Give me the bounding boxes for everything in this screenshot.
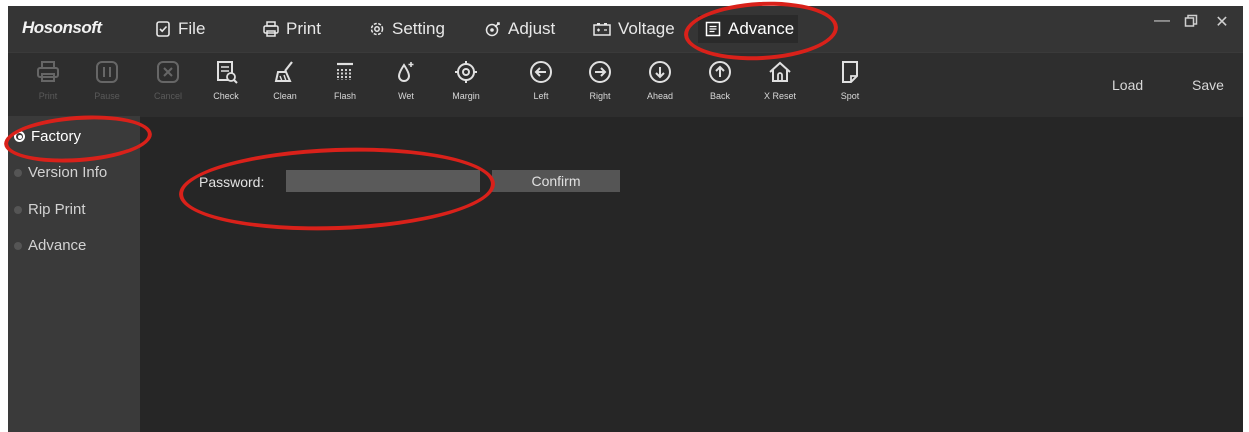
menu-setting[interactable]: Setting [362,15,451,43]
app-window: Hosonsoft File Print Setting Adjust Volt… [8,6,1243,432]
brush-icon [274,61,293,82]
toolbar-x-reset-label: X Reset [763,91,796,101]
menu-bar: Hosonsoft File Print Setting Adjust Volt… [8,6,1243,52]
arrow-left-icon [530,61,552,83]
printer-icon [37,61,59,82]
battery-icon [592,20,612,38]
toolbar-right-button[interactable]: Right [573,57,627,101]
menu-file-label: File [178,19,206,38]
target-icon [455,61,477,83]
menu-advance[interactable]: Advance [698,15,798,43]
load-button[interactable]: Load [1112,77,1143,93]
toolbar-check-button[interactable]: Check [199,57,253,101]
home-icon [769,61,791,82]
sidebar-item-label: Version Info [28,164,108,181]
menu-file[interactable]: File [148,15,211,43]
sidebar-item-label: Advance [28,237,87,254]
adjust-icon [484,20,502,38]
toolbar-clean-button[interactable]: Clean [258,57,312,101]
toolbar-margin-label: Margin [452,91,480,101]
toolbar-wet-label: Wet [398,91,414,101]
radio-icon [14,168,22,177]
menu-print-label: Print [286,19,321,38]
menu-setting-label: Setting [392,19,445,38]
toolbar-ahead-button[interactable]: Ahead [633,57,687,101]
toolbar-margin-button[interactable]: Margin [439,57,493,101]
sidebar: Factory Version Info Rip Print Advance [8,116,140,432]
save-button[interactable]: Save [1192,77,1224,93]
sidebar-item-factory[interactable]: Factory [14,128,81,145]
toolbar-left-label: Left [533,91,549,101]
sidebar-item-label: Rip Print [28,201,86,218]
toolbar-pause-label: Pause [94,91,120,101]
file-check-icon [154,20,172,38]
toolbar-spot-label: Spot [840,91,860,101]
toolbar-cancel-button[interactable]: Cancel [141,57,195,101]
toolbar-cancel-label: Cancel [153,91,182,101]
page-icon [842,61,858,83]
toolbar-spot-button[interactable]: Spot [823,57,877,101]
menu-adjust[interactable]: Adjust [478,15,561,43]
toolbar-right-label: Right [589,91,611,101]
radio-selected-icon [14,131,25,142]
pause-icon [96,61,118,83]
sidebar-item-version-info[interactable]: Version Info [14,164,107,181]
sidebar-item-rip-print[interactable]: Rip Print [14,201,86,218]
toolbar-back-label: Back [709,91,730,101]
arrow-up-icon [709,61,731,83]
radio-icon [14,241,22,250]
password-input[interactable] [286,170,480,192]
menu-voltage-label: Voltage [618,19,675,38]
confirm-button[interactable]: Confirm [492,170,620,192]
menu-print[interactable]: Print [256,15,327,43]
toolbar-check-label: Check [213,91,239,101]
menu-advance-label: Advance [728,19,795,38]
minimize-icon[interactable]: — [1151,12,1173,30]
app-logo: Hosonsoft [22,18,102,37]
flash-grid-icon [337,62,353,80]
toolbar-print-button[interactable]: Print [21,57,75,101]
toolbar-flash-label: Flash [333,91,356,101]
toolbar-pause-button[interactable]: Pause [80,57,134,101]
arrow-right-icon [589,61,611,83]
radio-icon [14,205,22,214]
menu-adjust-label: Adjust [508,19,556,38]
toolbar-wet-button[interactable]: Wet [379,57,433,101]
printer-icon [262,20,280,38]
toolbar-flash-button[interactable]: Flash [318,57,372,101]
sidebar-item-advance[interactable]: Advance [14,237,86,254]
restore-icon[interactable] [1180,12,1202,33]
toolbar-back-button[interactable]: Back [693,57,747,101]
password-label: Password: [199,174,265,190]
toolbar-left-button[interactable]: Left [514,57,568,101]
toolbar: Print Pause Cancel Check Clean Flash Wet [8,52,1243,117]
menu-voltage[interactable]: Voltage [586,15,681,43]
toolbar-ahead-label: Ahead [646,91,674,101]
document-icon [704,20,722,38]
droplet-icon [397,62,414,82]
sidebar-item-label: Factory [31,128,82,145]
gear-icon [368,20,386,38]
toolbar-x-reset-button[interactable]: X Reset [753,57,807,101]
check-document-icon [217,61,238,84]
toolbar-clean-label: Clean [273,91,297,101]
toolbar-print-label: Print [38,91,58,101]
close-icon[interactable]: ✕ [1211,12,1233,32]
arrow-down-icon [649,61,671,83]
cancel-icon [157,61,179,83]
